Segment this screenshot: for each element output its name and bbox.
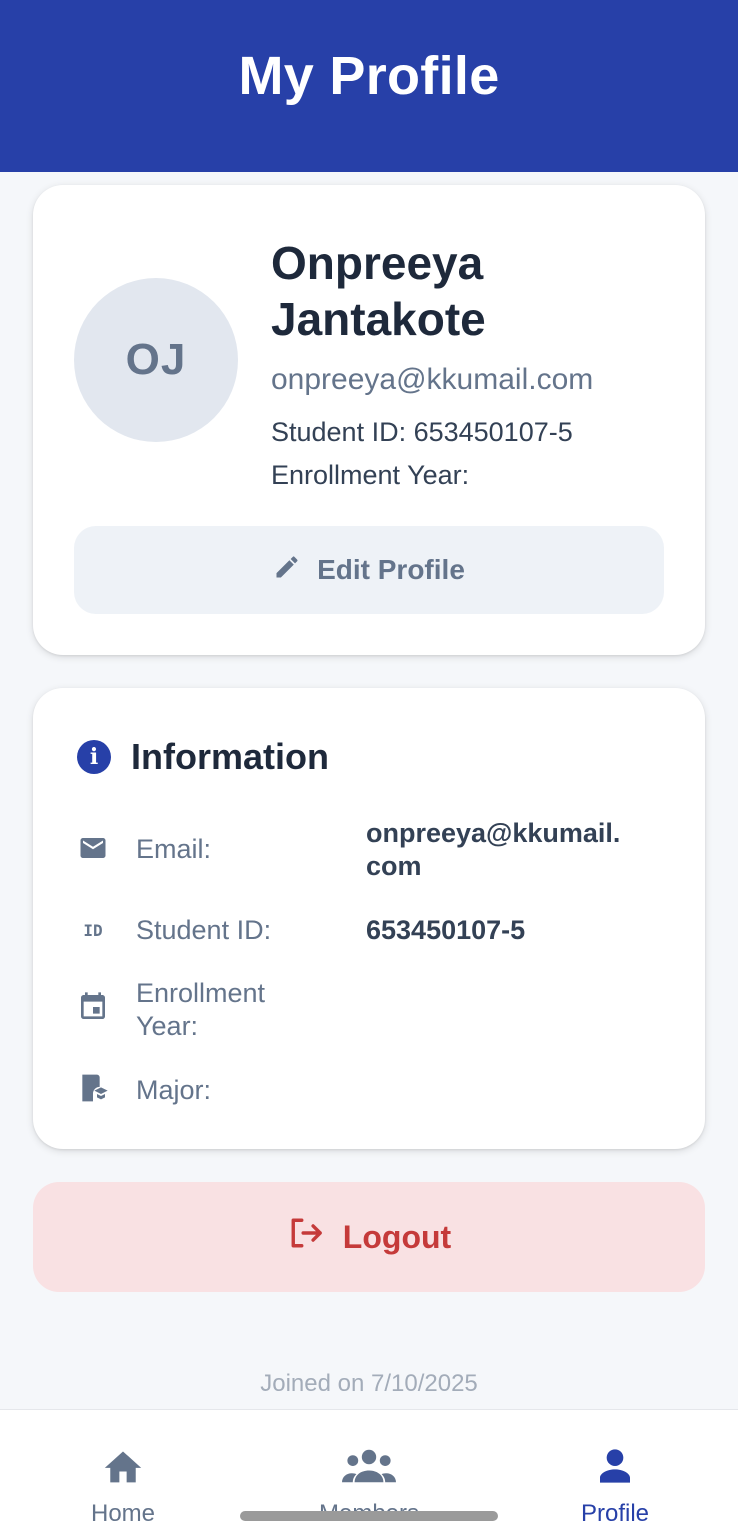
nav-item-home[interactable]: Home bbox=[0, 1410, 246, 1531]
information-card: i Information Email: onpreeya@kkumail.co… bbox=[33, 688, 705, 1149]
student-id-label: Student ID: bbox=[136, 915, 272, 945]
logout-button[interactable]: Logout bbox=[33, 1182, 705, 1292]
email-value: onpreeya@kkumail.com bbox=[366, 818, 621, 881]
enrollment-year-label: Enrollment Year: bbox=[136, 978, 266, 1041]
group-icon bbox=[342, 1446, 396, 1486]
edit-profile-button[interactable]: Edit Profile bbox=[74, 526, 664, 614]
profile-enrollment-year: Enrollment Year: bbox=[271, 460, 470, 490]
calendar-icon bbox=[77, 991, 109, 1023]
pencil-icon bbox=[273, 553, 301, 588]
nav-label-profile: Profile bbox=[580, 1500, 650, 1527]
mail-icon bbox=[77, 832, 109, 864]
id-badge-icon: ID bbox=[83, 920, 103, 940]
home-indicator[interactable] bbox=[240, 1511, 498, 1521]
profile-name: Onpreeya Jantakote bbox=[271, 237, 486, 345]
logout-icon bbox=[287, 1216, 325, 1258]
information-title: Information bbox=[131, 736, 329, 777]
page-title: My Profile bbox=[238, 46, 500, 106]
profile-email: onpreeya@kkumail.com bbox=[271, 363, 594, 396]
info-icon: i bbox=[77, 740, 111, 774]
joined-date: Joined on 7/10/2025 bbox=[260, 1370, 478, 1397]
profile-card: OJ Onpreeya Jantakote onpreeya@kkumail.c… bbox=[33, 185, 705, 655]
nav-item-profile[interactable]: Profile bbox=[492, 1410, 738, 1531]
information-header: i Information bbox=[77, 736, 329, 778]
home-icon bbox=[101, 1446, 145, 1486]
major-book-icon bbox=[77, 1072, 109, 1104]
student-id-value: 653450107-5 bbox=[366, 915, 526, 945]
logout-label: Logout bbox=[342, 1218, 452, 1255]
nav-label-home: Home bbox=[90, 1500, 156, 1527]
major-label: Major: bbox=[136, 1075, 212, 1105]
email-label: Email: bbox=[136, 834, 212, 864]
edit-profile-label: Edit Profile bbox=[317, 554, 465, 585]
avatar: OJ bbox=[74, 278, 238, 442]
avatar-initials: OJ bbox=[125, 335, 187, 384]
person-icon bbox=[595, 1446, 635, 1486]
profile-student-id: Student ID: 653450107-5 bbox=[271, 417, 573, 447]
app-header: My Profile bbox=[0, 0, 738, 172]
